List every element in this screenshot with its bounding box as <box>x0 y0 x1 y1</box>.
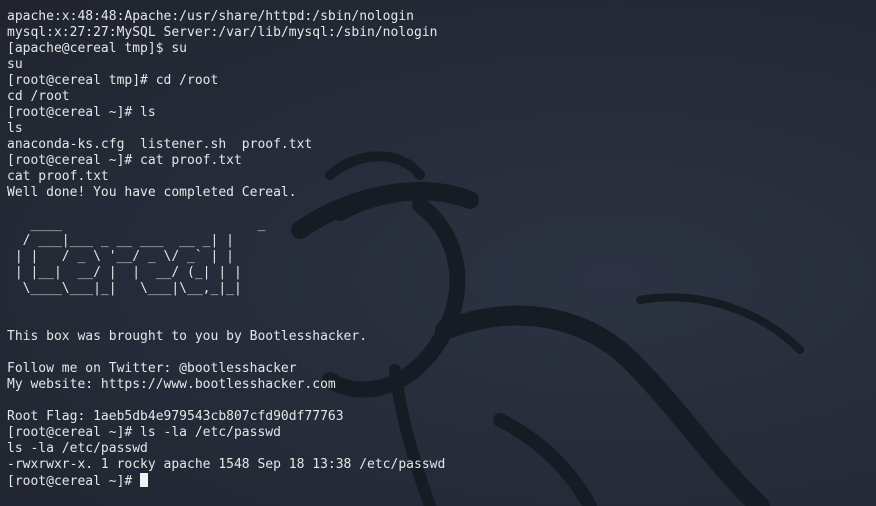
output-line: Well done! You have completed Cereal. <box>7 185 297 200</box>
shell-prompt: [root@cereal ~]# <box>7 474 141 489</box>
output-line: [root@cereal ~]# ls <box>7 105 156 120</box>
terminal-window[interactable]: apache:x:48:48:Apache:/usr/share/httpd:/… <box>0 0 876 506</box>
output-line: [root@cereal ~]# ls -la /etc/passwd <box>7 425 281 440</box>
output-line: anaconda-ks.cfg listener.sh proof.txt <box>7 137 313 152</box>
ascii-art-line: / ___|___ _ __ ___ __ _| | <box>7 233 234 248</box>
root-flag-line: Root Flag: 1aeb5db4e979543cb807cfd90df77… <box>7 409 344 424</box>
output-line: mysql:x:27:27:MySQL Server:/var/lib/mysq… <box>7 25 438 40</box>
output-line: cd /root <box>7 89 70 104</box>
output-line: ls -la /etc/passwd <box>7 441 148 456</box>
output-line: Follow me on Twitter: @bootlesshacker <box>7 361 297 376</box>
output-line: apache:x:48:48:Apache:/usr/share/httpd:/… <box>7 9 414 24</box>
output-line: [apache@cereal tmp]$ su <box>7 41 188 56</box>
ascii-art-line: | | / _ \ '__/ _ \/ _` | | <box>7 249 234 264</box>
output-line: -rwxrwxr-x. 1 rocky apache 1548 Sep 18 1… <box>7 457 446 472</box>
terminal-output: apache:x:48:48:Apache:/usr/share/httpd:/… <box>7 0 876 489</box>
output-line: My website: https://www.bootlesshacker.c… <box>7 377 336 392</box>
text-cursor[interactable] <box>140 473 149 487</box>
output-line: [root@cereal ~]# cat proof.txt <box>7 153 242 168</box>
output-line: cat proof.txt <box>7 169 109 184</box>
output-line: ls <box>7 121 23 136</box>
command-prompt-line[interactable]: [root@cereal ~]# <box>7 473 876 489</box>
output-line: This box was brought to you by Bootlessh… <box>7 329 368 344</box>
ascii-art-line: ____ _ <box>7 217 274 232</box>
output-line: [root@cereal tmp]# cd /root <box>7 73 219 88</box>
output-line: su <box>7 57 23 72</box>
ascii-art-line: \____\___|_| \___|\__,_|_| <box>7 281 242 296</box>
ascii-art-line: | |__| __/ | | __/ (_| | | <box>7 265 242 280</box>
